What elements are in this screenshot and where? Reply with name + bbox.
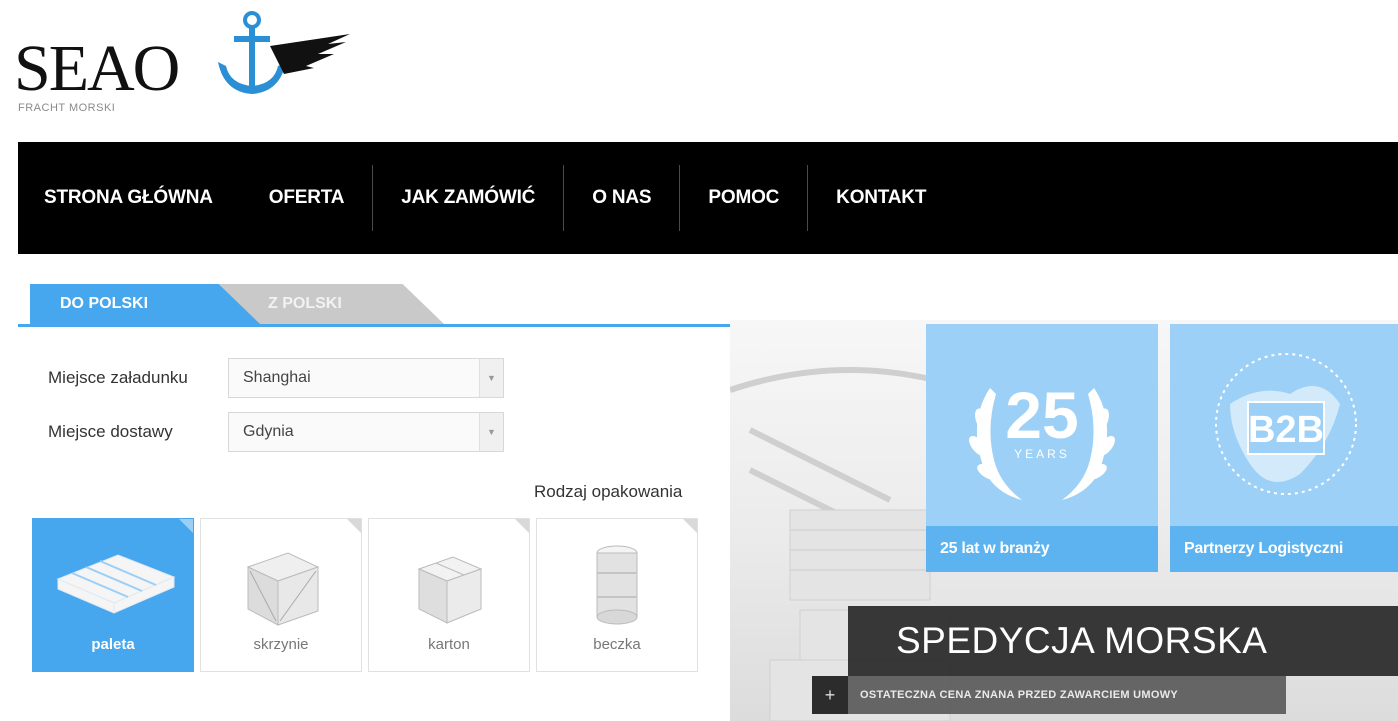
packaging-card-crate[interactable]: skrzynie — [200, 518, 362, 672]
nav-item-about[interactable]: O NAS — [564, 165, 679, 231]
hero-title-banner: SPEDYCJA MORSKA — [848, 606, 1398, 676]
partners-tile[interactable]: B2B Partnerzy Logistyczni — [1170, 324, 1398, 572]
hero-title: SPEDYCJA MORSKA — [896, 620, 1268, 661]
nav-item-contact[interactable]: KONTAKT — [808, 165, 954, 231]
hero-subtitle-banner: OSTATECZNA CENA ZNANA PRZED ZAWARCIEM UM… — [812, 676, 1286, 714]
delivery-value: Gdynia — [243, 423, 294, 440]
packaging-card-carton[interactable]: karton — [368, 518, 530, 672]
corner-marker — [515, 519, 529, 533]
packaging-label: skrzynie — [253, 636, 309, 653]
main-navigation: STRONA GŁÓWNA OFERTA JAK ZAMÓWIĆ O NAS P… — [18, 142, 1398, 254]
delivery-select[interactable]: Gdynia ▼ — [228, 412, 504, 452]
loading-select[interactable]: Shanghai ▼ — [228, 358, 504, 398]
b2b-badge: B2B — [1248, 409, 1324, 451]
years-number: 25 — [1005, 378, 1078, 452]
corner-marker — [179, 519, 193, 533]
tile-caption: 25 lat w branży — [926, 526, 1158, 572]
nav-item-offer[interactable]: OFERTA — [241, 165, 373, 231]
packaging-card-barrel[interactable]: beczka — [536, 518, 698, 672]
nav-item-home[interactable]: STRONA GŁÓWNA — [18, 165, 241, 231]
pallet-icon — [56, 554, 176, 614]
corner-marker — [683, 519, 697, 533]
delivery-row: Miejsce dostawy Gdynia ▼ — [48, 412, 504, 452]
anchor-icon — [218, 11, 350, 94]
years-badge: YEARS — [1014, 447, 1070, 461]
nav-item-help[interactable]: POMOC — [680, 165, 807, 231]
packaging-title: Rodzaj opakowania — [534, 482, 683, 501]
crate-icon — [246, 552, 320, 626]
laurel-wreath-icon: 25 YEARS — [969, 378, 1115, 500]
loading-value: Shanghai — [243, 369, 311, 386]
logo-subtitle: FRACHT MORSKI — [18, 102, 116, 114]
loading-label: Miejsce załadunku — [48, 368, 188, 387]
direction-tabs: Z POLSKI DO POLSKI — [18, 284, 730, 328]
nav-item-how-to-order[interactable]: JAK ZAMÓWIĆ — [373, 165, 563, 231]
plus-icon[interactable]: + — [812, 676, 848, 714]
loading-row: Miejsce załadunku Shanghai ▼ — [48, 358, 504, 398]
hero-subtitle: OSTATECZNA CENA ZNANA PRZED ZAWARCIEM UM… — [860, 689, 1179, 701]
chevron-down-icon[interactable]: ▼ — [479, 413, 503, 451]
tile-caption: Partnerzy Logistyczni — [1170, 526, 1398, 572]
packaging-card-pallet[interactable]: paleta — [32, 518, 194, 672]
chevron-down-icon[interactable]: ▼ — [479, 359, 503, 397]
carton-icon — [417, 556, 483, 624]
delivery-label: Miejsce dostawy — [48, 422, 173, 441]
barrel-icon — [596, 545, 638, 625]
globe-icon: B2B — [1215, 353, 1357, 495]
experience-tile[interactable]: 25 YEARS 25 lat w branży — [926, 324, 1158, 572]
corner-marker — [347, 519, 361, 533]
packaging-label: paleta — [91, 636, 135, 653]
logo-text: SEAO — [14, 32, 180, 105]
packaging-label: karton — [428, 636, 470, 653]
site-logo[interactable]: SEAO FRACHT MORSKI — [14, 8, 350, 118]
packaging-label: beczka — [593, 636, 641, 653]
tabs-underline — [18, 324, 730, 327]
